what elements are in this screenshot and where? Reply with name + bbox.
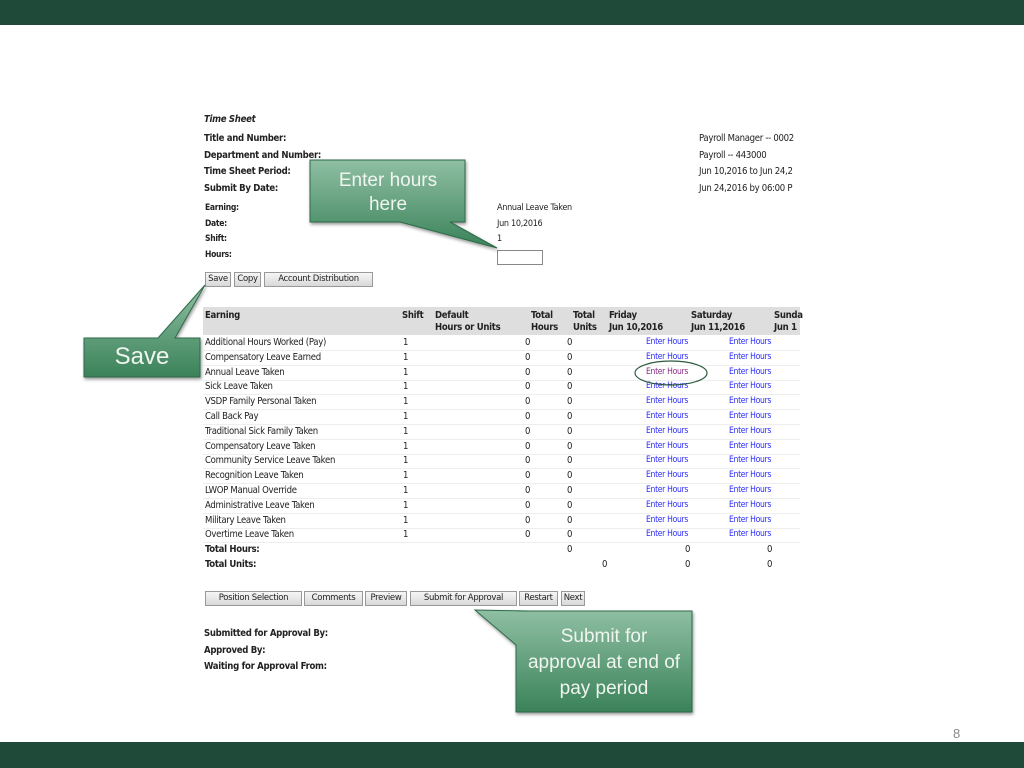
page-number: 8 bbox=[953, 726, 961, 741]
highlight-circle bbox=[634, 360, 708, 386]
save-callout: Save bbox=[114, 343, 170, 370]
callout-shapes bbox=[83, 159, 708, 713]
enter-hours-callout: Enter hours here bbox=[338, 170, 438, 215]
submit-callout: Submit for approval at end of pay period bbox=[527, 626, 681, 699]
